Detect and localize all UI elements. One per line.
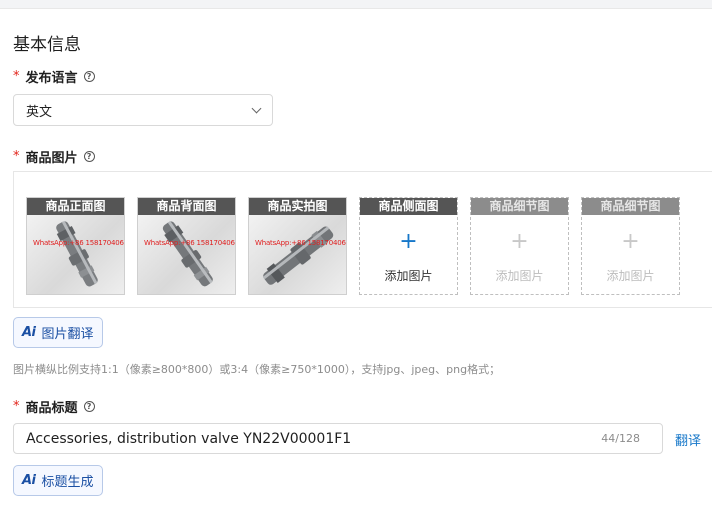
plus-icon: +: [399, 229, 418, 254]
plus-icon: +: [510, 229, 529, 254]
image-card-detail: 商品细节图 + 添加图片: [470, 197, 569, 295]
language-label: 发布语言: [25, 71, 78, 86]
image-translate-button[interactable]: Ai 图片翻译: [13, 317, 103, 348]
valve-image: [162, 221, 213, 287]
ai-icon: Ai: [22, 473, 36, 488]
help-icon[interactable]: ?: [83, 401, 95, 412]
upload-slot[interactable]: + 添加图片: [360, 215, 457, 294]
required-mark: *: [13, 149, 20, 164]
watermark-text: WhatsApp:+86 15817040688: [255, 239, 347, 247]
language-select-value: 英文: [26, 104, 53, 120]
language-select[interactable]: 英文: [13, 94, 273, 126]
image-card-front[interactable]: 商品正面图 WhatsApp:+86 15817040688: [26, 197, 125, 295]
char-counter: 44/128: [601, 432, 640, 445]
image-card-title: 商品细节图: [471, 198, 568, 215]
image-card-title: 商品细节图: [582, 198, 679, 215]
title-generate-button[interactable]: Ai 标题生成: [13, 465, 103, 496]
image-card-side[interactable]: 商品侧面图 + 添加图片: [359, 197, 458, 295]
title-input-value: Accessories, distribution valve YN22V000…: [26, 430, 352, 447]
upload-slot: + 添加图片: [471, 215, 568, 294]
add-image-label: 添加图片: [606, 269, 655, 283]
product-photo: WhatsApp:+86 15817040688: [249, 215, 347, 294]
image-translate-label: 图片翻译: [41, 327, 94, 342]
images-panel: 商品正面图 WhatsApp:+86 15817040688 商品背面图 Wha…: [13, 171, 712, 308]
watermark-text: WhatsApp:+86 15817040688: [33, 239, 125, 247]
images-label: 商品图片: [25, 151, 78, 166]
required-mark: *: [13, 399, 20, 414]
image-format-hint: 图片横纵比例支持1:1（像素≥800*800）或3:4（像素≥750*1000）…: [13, 363, 501, 376]
valve-image: [262, 226, 334, 285]
image-card-real[interactable]: 商品实拍图 WhatsApp:+86 15817040688: [248, 197, 347, 295]
chevron-down-icon: [251, 103, 262, 113]
image-card-detail: 商品细节图 + 添加图片: [581, 197, 680, 295]
help-icon[interactable]: ?: [83, 71, 95, 82]
plus-icon: +: [621, 229, 640, 254]
valve-image: [56, 220, 98, 287]
image-card-title: 商品正面图: [27, 198, 124, 215]
language-label-row: * 发布语言 ?: [13, 67, 95, 86]
help-icon[interactable]: ?: [83, 151, 95, 162]
image-card-title: 商品侧面图: [360, 198, 457, 215]
image-card-back[interactable]: 商品背面图 WhatsApp:+86 15817040688: [137, 197, 236, 295]
title-label: 商品标题: [25, 401, 78, 416]
upload-slot: + 添加图片: [582, 215, 679, 294]
product-photo: WhatsApp:+86 15817040688: [138, 215, 236, 294]
translate-link[interactable]: 翻译: [675, 430, 701, 449]
images-label-row: * 商品图片 ?: [13, 147, 95, 166]
ai-icon: Ai: [22, 325, 36, 340]
product-photo: WhatsApp:+86 15817040688: [27, 215, 125, 294]
add-image-label: 添加图片: [495, 269, 544, 283]
image-card-title: 商品实拍图: [249, 198, 346, 215]
top-strip: [0, 0, 712, 9]
watermark-text: WhatsApp:+86 15817040688: [144, 239, 236, 247]
image-card-title: 商品背面图: [138, 198, 235, 215]
title-generate-label: 标题生成: [41, 475, 94, 490]
required-mark: *: [13, 69, 20, 84]
title-label-row: * 商品标题 ?: [13, 397, 95, 416]
add-image-label: 添加图片: [384, 269, 433, 283]
title-input[interactable]: Accessories, distribution valve YN22V000…: [13, 423, 663, 454]
section-title: 基本信息: [13, 35, 81, 55]
